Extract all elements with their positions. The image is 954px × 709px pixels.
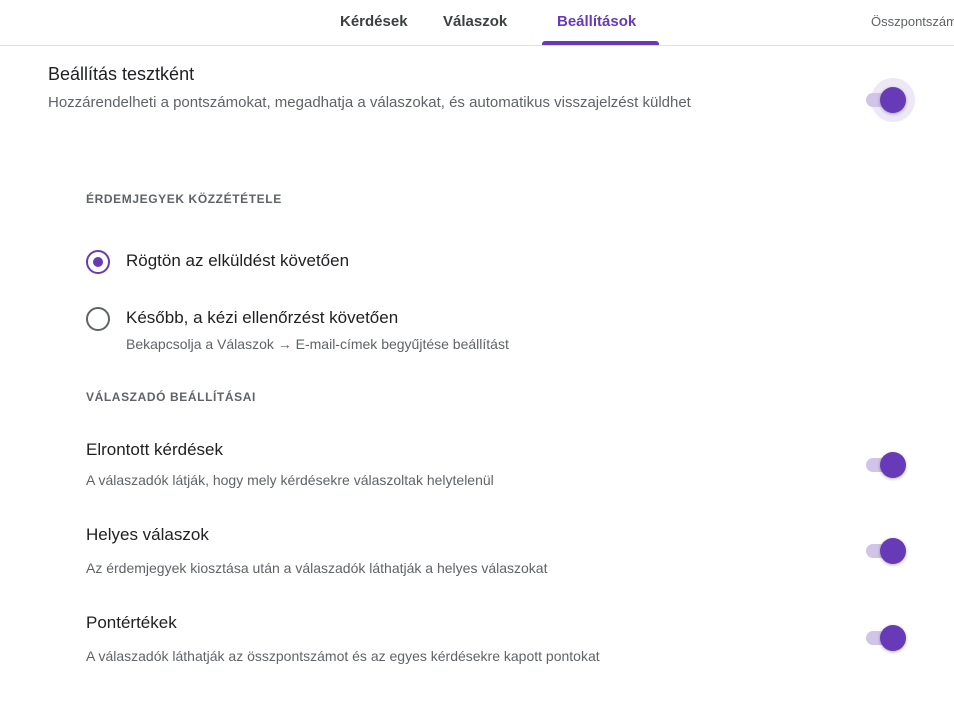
release-later-option[interactable]: Később, a kézi ellenőrzést követően Beka… — [86, 307, 686, 359]
missed-questions-toggle[interactable] — [866, 452, 906, 478]
point-values-title: Pontértékek — [86, 613, 177, 632]
total-points-label: Összpontszám — [871, 14, 954, 29]
radio-sublabel: Bekapcsolja a Válaszok → E-mail-címek be… — [126, 336, 509, 352]
correct-answers-title: Helyes válaszok — [86, 525, 209, 544]
tab-settings[interactable]: Beállítások — [557, 13, 636, 30]
quiz-setting-description: Hozzárendelheti a pontszámokat, megadhat… — [48, 94, 691, 111]
settings-page: Kérdések Válaszok Beállítások Összpontsz… — [0, 0, 954, 709]
radio-label: Később, a kézi ellenőrzést követően — [126, 308, 399, 327]
toggle-thumb — [880, 87, 906, 113]
quiz-toggle[interactable] — [866, 78, 915, 122]
release-immediately-option[interactable]: Rögtön az elküldést követően — [86, 250, 586, 280]
tab-questions[interactable]: Kérdések — [340, 13, 408, 30]
respondent-settings-heading: VÁLASZADÓ BEÁLLÍTÁSAI — [86, 390, 256, 404]
toggle-thumb — [880, 538, 906, 564]
tab-responses[interactable]: Válaszok — [443, 13, 507, 30]
tab-bar: Kérdések Válaszok Beállítások Összpontsz… — [0, 0, 954, 46]
active-tab-indicator — [542, 41, 659, 45]
missed-questions-description: A válaszadók látják, hogy mely kérdésekr… — [86, 472, 494, 488]
radio-unchecked-icon[interactable] — [86, 307, 110, 331]
radio-label: Rögtön az elküldést követően — [126, 251, 350, 270]
release-grades-heading: ÉRDEMJEGYEK KÖZZÉTÉTELE — [86, 192, 282, 206]
toggle-thumb — [880, 625, 906, 651]
point-values-toggle[interactable] — [866, 625, 906, 651]
point-values-description: A válaszadók láthatják az összpontszámot… — [86, 648, 600, 664]
radio-checked-icon[interactable] — [86, 250, 110, 274]
correct-answers-toggle[interactable] — [866, 538, 906, 564]
quiz-setting-title: Beállítás tesztként — [48, 64, 195, 84]
correct-answers-description: Az érdemjegyek kiosztása után a válaszad… — [86, 560, 548, 576]
toggle-thumb — [880, 452, 906, 478]
missed-questions-title: Elrontott kérdések — [86, 440, 224, 459]
